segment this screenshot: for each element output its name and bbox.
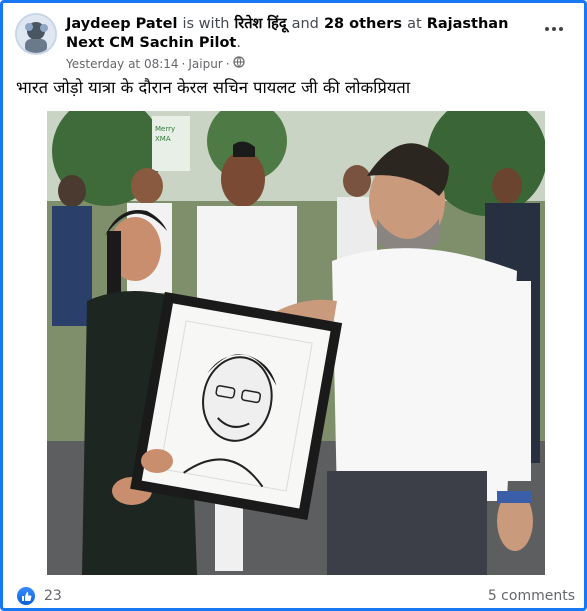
post-headline: Jaydeep Patel is with रितेश हिंदू and 28… — [66, 15, 536, 53]
more-options-icon[interactable] — [541, 21, 567, 37]
post-caption: भारत जोड़ो यात्रा के दौरान केरल सचिन पाय… — [16, 78, 411, 97]
post-footer: 23 5 comments — [17, 587, 577, 607]
others-link[interactable]: 28 others — [324, 16, 402, 32]
post-card: Jaydeep Patel is with रितेश हिंदू and 28… — [0, 0, 587, 611]
meta-separator: · — [181, 56, 186, 71]
author-avatar[interactable] — [15, 13, 57, 55]
post-meta: Yesterday at 08:14 · Jaipur · — [66, 56, 536, 71]
post-place: Jaipur — [188, 56, 223, 71]
meta-separator: · — [225, 56, 230, 71]
tagged-person[interactable]: रितेश हिंदू — [235, 16, 287, 32]
and-word: and — [291, 16, 319, 32]
comments-link[interactable]: 5 comments — [488, 588, 575, 604]
svg-text:XMA: XMA — [155, 135, 171, 143]
author-name[interactable]: Jaydeep Patel — [66, 16, 177, 32]
banner-text: Merry — [155, 125, 175, 133]
post-header: Jaydeep Patel is with रितेश हिंदू and 28… — [15, 13, 575, 73]
post-time[interactable]: Yesterday at 08:14 — [66, 57, 179, 71]
globe-icon — [232, 56, 245, 71]
at-word: at — [407, 16, 422, 32]
with-word: is with — [182, 16, 230, 32]
like-count[interactable]: 23 — [44, 588, 62, 604]
post-header-text: Jaydeep Patel is with रितेश हिंदू and 28… — [66, 15, 536, 71]
like-reaction-icon[interactable] — [17, 587, 35, 605]
post-photo[interactable]: Merry XMA — [47, 111, 545, 575]
headline-period: . — [236, 35, 241, 51]
